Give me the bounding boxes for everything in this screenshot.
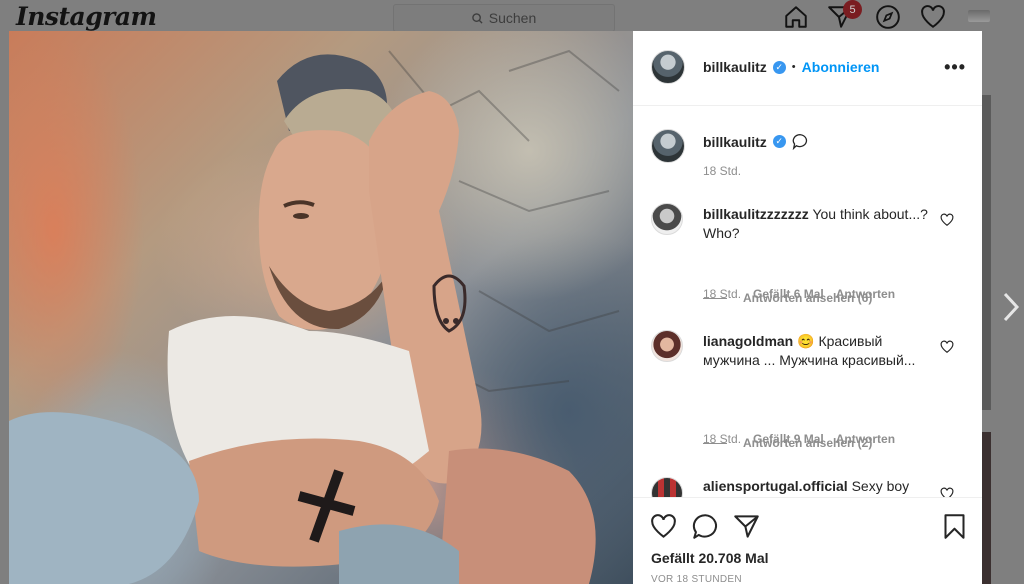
- comment-item: lianagoldman 😊 Красивый мужчина ... Мужч…: [633, 330, 982, 446]
- comment-like-icon[interactable]: [940, 340, 954, 354]
- more-options-icon[interactable]: •••: [944, 57, 966, 78]
- post-header: billkaulitz ✓ • Abonnieren •••: [633, 31, 982, 106]
- commenter-avatar[interactable]: [651, 477, 683, 497]
- explore-icon[interactable]: [875, 4, 901, 30]
- comment-text: Sexy boy: [851, 478, 910, 494]
- post-actions: Gefällt 20.708 Mal VOR 18 STUNDEN: [633, 497, 982, 584]
- comment-body: billkaulitzzzzzzz You think about...? Wh…: [703, 205, 941, 243]
- comment-username[interactable]: lianagoldman: [703, 333, 793, 349]
- search-input[interactable]: Suchen: [393, 4, 615, 32]
- caption-time: 18 Std.: [703, 164, 742, 178]
- comment-username[interactable]: aliensportugal.official: [703, 478, 848, 494]
- caption-username[interactable]: billkaulitz: [703, 134, 767, 150]
- likes-count[interactable]: Gefällt 20.708 Mal: [651, 550, 769, 566]
- home-icon[interactable]: [783, 4, 809, 30]
- search-icon: [471, 12, 483, 24]
- comment-item: aliensportugal.official Sexy boy: [633, 475, 982, 497]
- comment-body: lianagoldman 😊 Красивый мужчина ... Мужч…: [703, 332, 941, 370]
- commenter-avatar[interactable]: [651, 330, 683, 362]
- background-post-thumbnail: [982, 432, 991, 584]
- post-timestamp[interactable]: VOR 18 STUNDEN: [651, 574, 742, 584]
- background-post-thumbnail: [982, 95, 991, 410]
- view-replies-label: Antworten ansehen (6): [743, 291, 873, 305]
- view-replies-label: Antworten ansehen (2): [743, 436, 873, 450]
- post-photo-illustration: [9, 49, 620, 584]
- bookmark-icon[interactable]: [941, 513, 968, 540]
- profile-avatar[interactable]: [968, 10, 990, 22]
- next-post-arrow-icon[interactable]: [1000, 290, 1022, 324]
- commenter-avatar[interactable]: [651, 203, 683, 235]
- author-avatar[interactable]: [651, 50, 685, 84]
- view-replies-button[interactable]: Antworten ansehen (2): [703, 436, 872, 450]
- comment-username[interactable]: billkaulitzzzzzzz: [703, 206, 809, 222]
- like-heart-icon[interactable]: [650, 513, 677, 540]
- verified-badge-icon: ✓: [772, 60, 786, 74]
- post-photo: [9, 31, 633, 584]
- post-caption: billkaulitz ✓ 18 Std.: [633, 127, 982, 187]
- verified-badge-icon: ✓: [772, 135, 786, 148]
- notification-badge: 5: [843, 0, 862, 19]
- emoji: 😊: [797, 333, 815, 349]
- comment-bubble-icon[interactable]: [692, 513, 719, 540]
- separator-dot: •: [791, 61, 796, 73]
- replies-line: [703, 297, 727, 299]
- speech-bubble-icon: [792, 134, 807, 150]
- view-replies-button[interactable]: Antworten ansehen (6): [703, 291, 872, 305]
- comment-like-icon[interactable]: [940, 487, 954, 497]
- activity-heart-icon[interactable]: [920, 4, 946, 30]
- author-username[interactable]: billkaulitz: [703, 59, 767, 75]
- top-navigation: Instagram Suchen 5: [0, 0, 1024, 32]
- caption-avatar[interactable]: [651, 129, 685, 163]
- share-icon[interactable]: [733, 513, 760, 540]
- comment-like-icon[interactable]: [940, 213, 954, 227]
- post-sidebar: billkaulitz ✓ • Abonnieren ••• billkauli…: [633, 31, 982, 584]
- search-placeholder: Suchen: [488, 10, 537, 26]
- follow-button[interactable]: Abonnieren: [802, 59, 880, 75]
- instagram-logo[interactable]: Instagram: [16, 2, 157, 31]
- replies-line: [703, 442, 727, 444]
- comment-body: aliensportugal.official Sexy boy: [703, 477, 963, 496]
